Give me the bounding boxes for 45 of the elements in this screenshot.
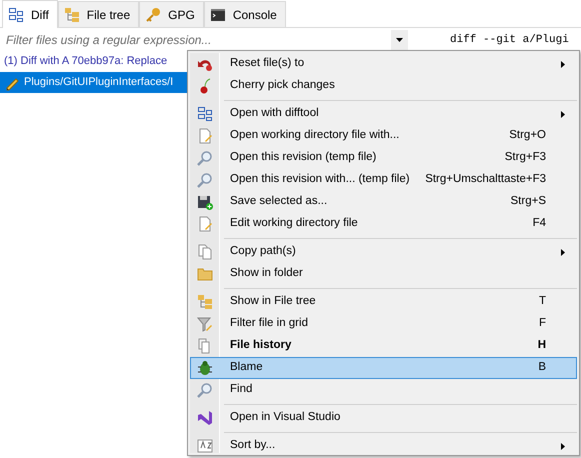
menu-item[interactable]: Show in folder [190,263,577,285]
diff-icon [197,106,213,122]
bug-icon [197,360,213,376]
folder-icon [197,266,213,282]
caret-icon [396,38,403,42]
save-icon [197,194,213,210]
menu-item[interactable]: Edit working directory file F4 [190,213,577,235]
submenu-arrow-icon [561,248,565,256]
edit-document-icon [197,216,213,232]
submenu-arrow-icon [561,60,565,68]
menu-item[interactable]: Cherry pick changes [190,75,577,97]
menu-item[interactable]: Open this revision with... (temp file) Strg+Umschalttaste+F3 [190,169,577,191]
menu-item[interactable]: Open this revision (temp file) Strg+F3 [190,147,577,169]
menu-item[interactable]: File history H [190,335,577,357]
submenu-arrow-icon [561,442,565,450]
menu-item[interactable]: Sort by... [190,435,577,457]
menu-item[interactable]: Open in Visual Studio [190,407,577,429]
tab[interactable]: GPG [139,1,204,27]
menu-item[interactable]: Blame B [190,357,577,379]
tab[interactable]: File tree [58,1,140,27]
menu-item[interactable]: Find [190,379,577,401]
tab[interactable]: Console [204,1,286,27]
key-icon [145,6,162,22]
menu-item[interactable]: Show in File tree T [190,291,577,313]
filter-icon [197,316,213,332]
console-icon [210,6,226,22]
search-icon [197,150,213,166]
edit-document-icon [197,128,213,144]
submenu-arrow-icon [561,110,565,118]
copy-icon [197,244,213,260]
diff-icon [8,6,24,22]
folder-tree-icon [64,6,80,22]
tab[interactable]: Diff [2,0,58,28]
search-icon [197,172,213,188]
menu-item[interactable]: Open working directory file with... Strg+O [190,125,577,147]
search-icon [197,382,213,398]
menu-item[interactable]: Open with difftool [190,103,577,125]
menu-item[interactable]: Filter file in grid F [190,313,577,335]
dropdown-button[interactable] [390,30,408,50]
folder-tree-icon [197,294,213,310]
menu-item[interactable]: Copy path(s) [190,241,577,263]
menu-item[interactable]: Reset file(s) to [190,53,577,75]
menu-item[interactable]: Save selected as... Strg+S [190,191,577,213]
visual-studio-icon [197,410,213,426]
diff-text: diff --git a/Plugi [450,33,569,48]
